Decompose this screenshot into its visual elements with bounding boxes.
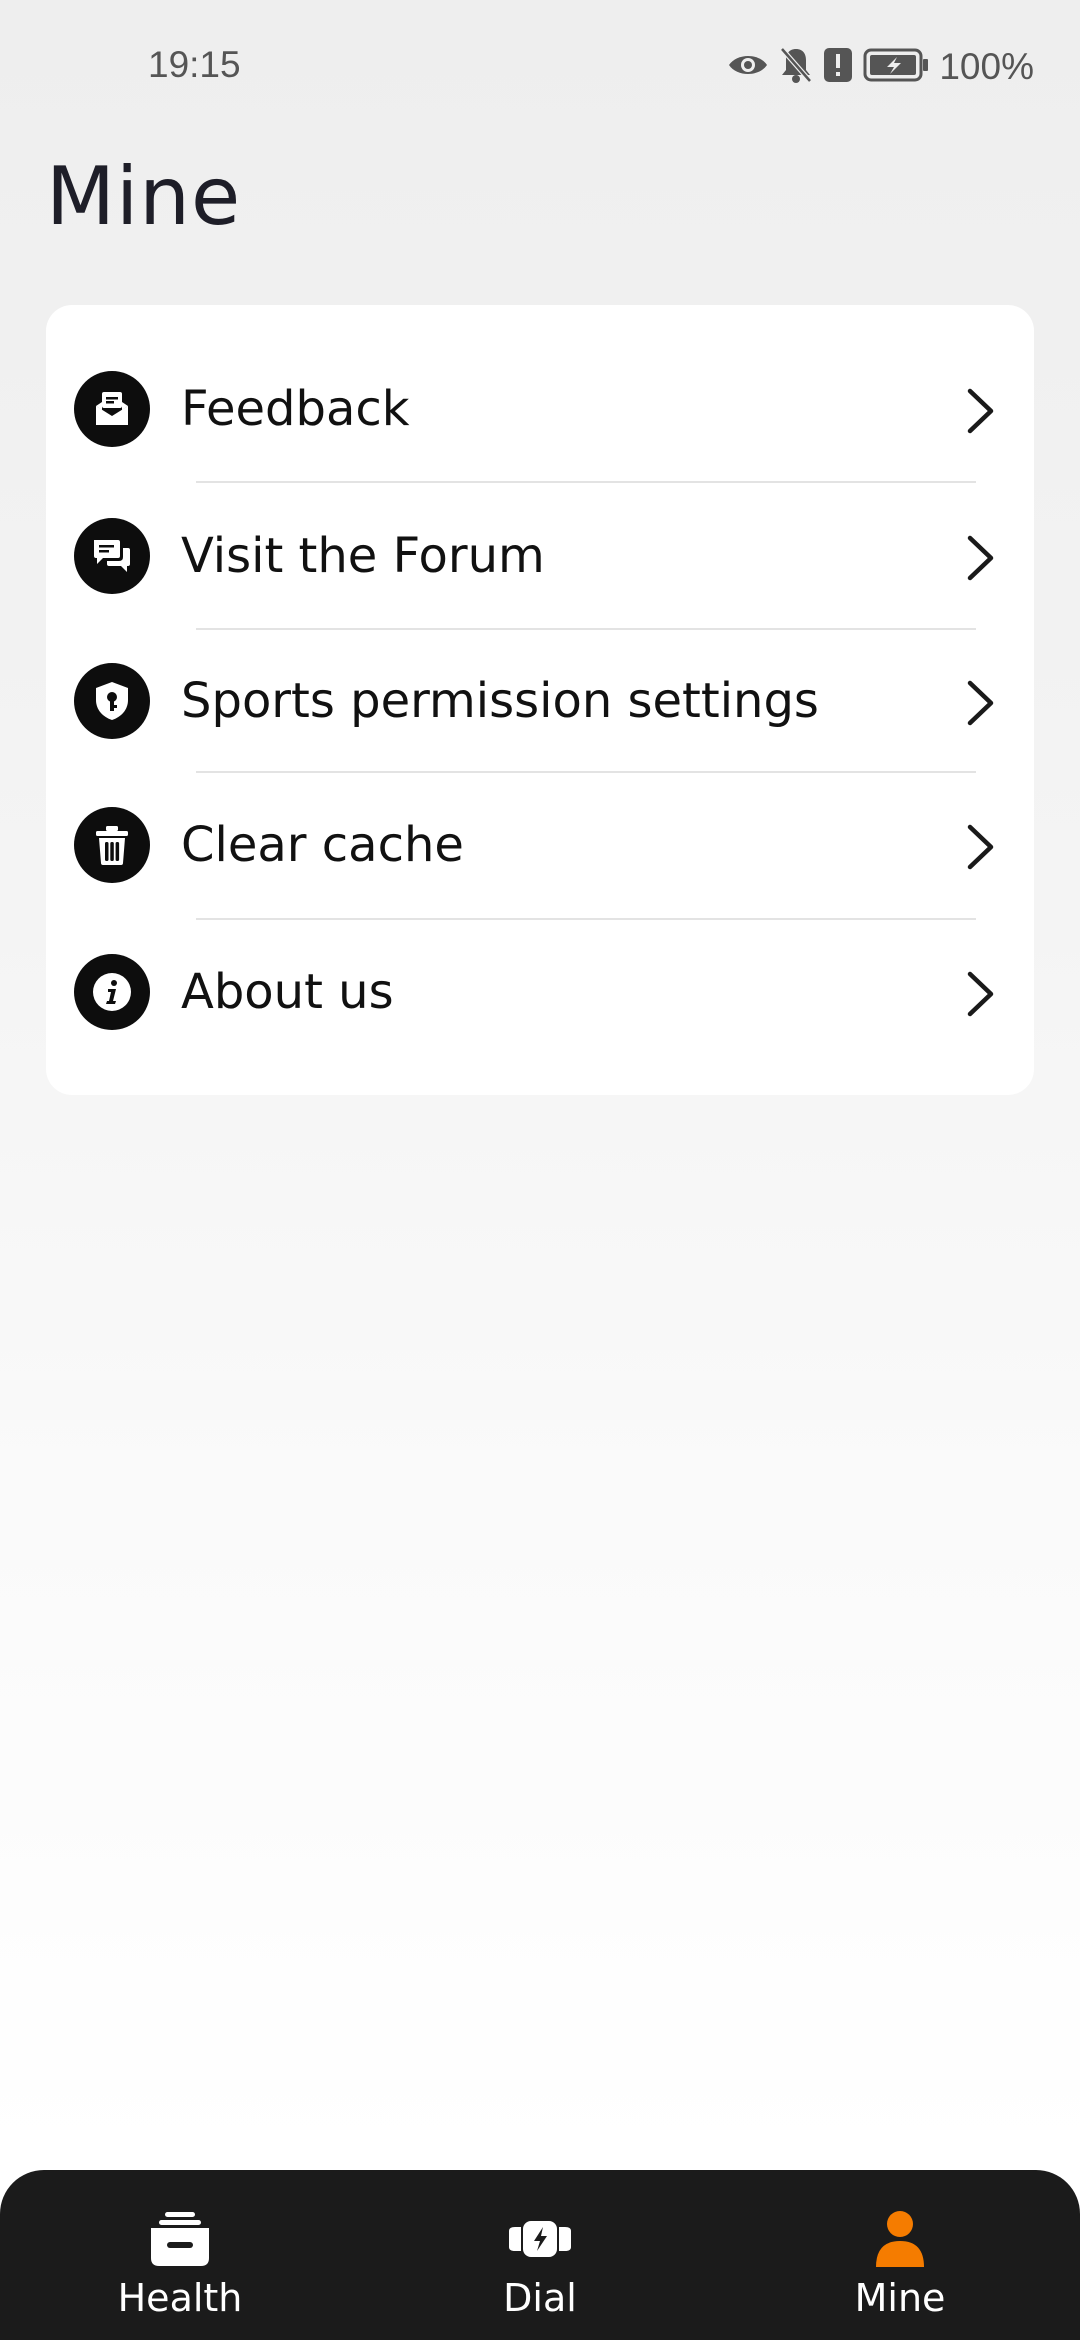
- bottom-nav: Health Dial Mine: [0, 2170, 1080, 2340]
- bell-off-icon: [779, 46, 813, 88]
- menu-item-about-us[interactable]: About us: [46, 921, 1034, 1061]
- watch-dial-icon: [505, 2208, 575, 2270]
- status-icons: 100%: [727, 44, 1034, 90]
- health-stack-icon: [145, 2208, 215, 2270]
- chevron-right-icon: [967, 680, 994, 726]
- battery-percentage: 100%: [939, 46, 1034, 87]
- status-bar: 19:15 100%: [0, 0, 1080, 135]
- menu-item-clear-cache[interactable]: Clear cache: [46, 774, 1034, 914]
- chevron-right-icon: [967, 388, 994, 434]
- tab-mine[interactable]: Mine: [775, 2170, 1025, 2340]
- trash-icon: [74, 807, 150, 883]
- alert-icon: [823, 47, 853, 87]
- status-time: 19:15: [148, 44, 241, 85]
- info-icon: [74, 954, 150, 1030]
- feedback-mail-icon: [74, 371, 150, 447]
- menu-item-label: Sports permission settings: [181, 673, 819, 729]
- forum-chat-icon: [74, 518, 150, 594]
- menu-item-sports-permission[interactable]: Sports permission settings: [46, 630, 1034, 770]
- menu-item-label: About us: [181, 964, 394, 1020]
- menu-card: Feedback Visit the Forum Sports permissi…: [46, 305, 1034, 1095]
- menu-divider: [196, 918, 976, 920]
- menu-item-feedback[interactable]: Feedback: [46, 305, 1034, 447]
- chevron-right-icon: [967, 535, 994, 581]
- menu-divider: [196, 771, 976, 773]
- chevron-right-icon: [967, 824, 994, 870]
- menu-divider: [196, 481, 976, 483]
- page-title: Mine: [46, 150, 242, 243]
- chevron-right-icon: [967, 971, 994, 1017]
- tab-dial[interactable]: Dial: [415, 2170, 665, 2340]
- battery-charging-icon: [863, 48, 929, 86]
- person-icon: [865, 2208, 935, 2270]
- menu-item-label: Clear cache: [181, 817, 464, 873]
- eye-icon: [727, 49, 769, 85]
- tab-label: Health: [117, 2276, 243, 2320]
- tab-label: Mine: [854, 2276, 946, 2320]
- tab-health[interactable]: Health: [55, 2170, 305, 2340]
- menu-item-label: Visit the Forum: [181, 528, 545, 584]
- shield-lock-icon: [74, 663, 150, 739]
- tab-label: Dial: [503, 2276, 577, 2320]
- menu-item-forum[interactable]: Visit the Forum: [46, 485, 1034, 625]
- menu-item-label: Feedback: [181, 381, 410, 437]
